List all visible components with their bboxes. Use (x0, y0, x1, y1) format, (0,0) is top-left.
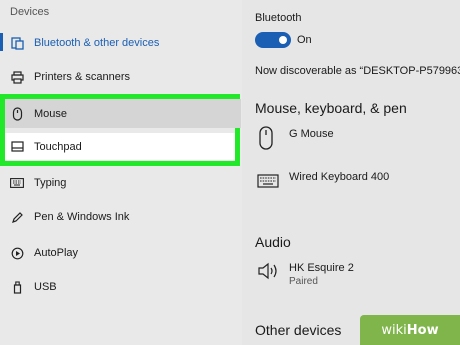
sidebar-item-touchpad[interactable]: Touchpad (5, 133, 235, 160)
touchpad-icon (10, 140, 24, 154)
bluetooth-toggle[interactable] (255, 32, 291, 48)
sidebar-item-label: Bluetooth & other devices (34, 37, 160, 49)
sidebar-item-autoplay[interactable]: AutoPlay (0, 239, 242, 267)
sidebar-item-label: Printers & scanners (34, 71, 130, 83)
mouse-icon (10, 106, 24, 121)
toggle-knob (279, 36, 287, 44)
sidebar-item-pen[interactable]: Pen & Windows Ink (0, 203, 242, 231)
autoplay-icon (10, 246, 24, 260)
mouse-device-name[interactable]: G Mouse (289, 128, 334, 140)
sidebar-item-label: Pen & Windows Ink (34, 211, 130, 223)
sidebar-item-mouse[interactable]: Mouse (5, 99, 241, 128)
sidebar-item-printers[interactable]: Printers & scanners (0, 63, 242, 91)
audio-device-status: Paired (289, 276, 318, 287)
discoverable-text: Now discoverable as “DESKTOP-P579963” (255, 65, 460, 77)
sidebar-item-label: Touchpad (34, 140, 82, 153)
devices-section-header: Devices (10, 6, 50, 18)
sidebar-item-bluetooth[interactable]: Bluetooth & other devices (0, 29, 242, 57)
main-content: Bluetooth On Now discoverable as “DESKTO… (255, 0, 460, 345)
bluetooth-label: Bluetooth (255, 12, 302, 24)
toggle-state-label: On (297, 34, 312, 46)
wikihow-watermark: wiki How (360, 315, 460, 345)
sidebar-item-typing[interactable]: Typing (0, 169, 242, 197)
wiki-prefix: wiki (381, 322, 407, 338)
usb-icon (10, 280, 24, 294)
keyboard-device-name[interactable]: Wired Keyboard 400 (289, 171, 389, 183)
bluetooth-devices-icon (10, 36, 24, 50)
sidebar-item-label: AutoPlay (34, 247, 79, 259)
audio-heading: Audio (255, 234, 291, 250)
speaker-icon (257, 262, 279, 285)
printer-icon (10, 70, 24, 84)
wiki-suffix: How (406, 322, 439, 338)
sidebar-item-label: Typing (34, 177, 67, 189)
keyboard-device-icon (257, 174, 279, 193)
sidebar-item-label: Mouse (34, 107, 68, 120)
mouse-keyboard-pen-heading: Mouse, keyboard, & pen (255, 100, 407, 116)
audio-device-name[interactable]: HK Esquire 2 (289, 262, 354, 274)
sidebar-item-usb[interactable]: USB (0, 273, 242, 301)
pen-icon (10, 210, 24, 224)
keyboard-icon (10, 176, 24, 190)
other-devices-heading: Other devices (255, 322, 342, 338)
sidebar-item-label: USB (34, 281, 57, 293)
mouse-device-icon (259, 126, 273, 155)
sidebar: Devices Bluetooth & other devices Printe… (0, 0, 242, 345)
